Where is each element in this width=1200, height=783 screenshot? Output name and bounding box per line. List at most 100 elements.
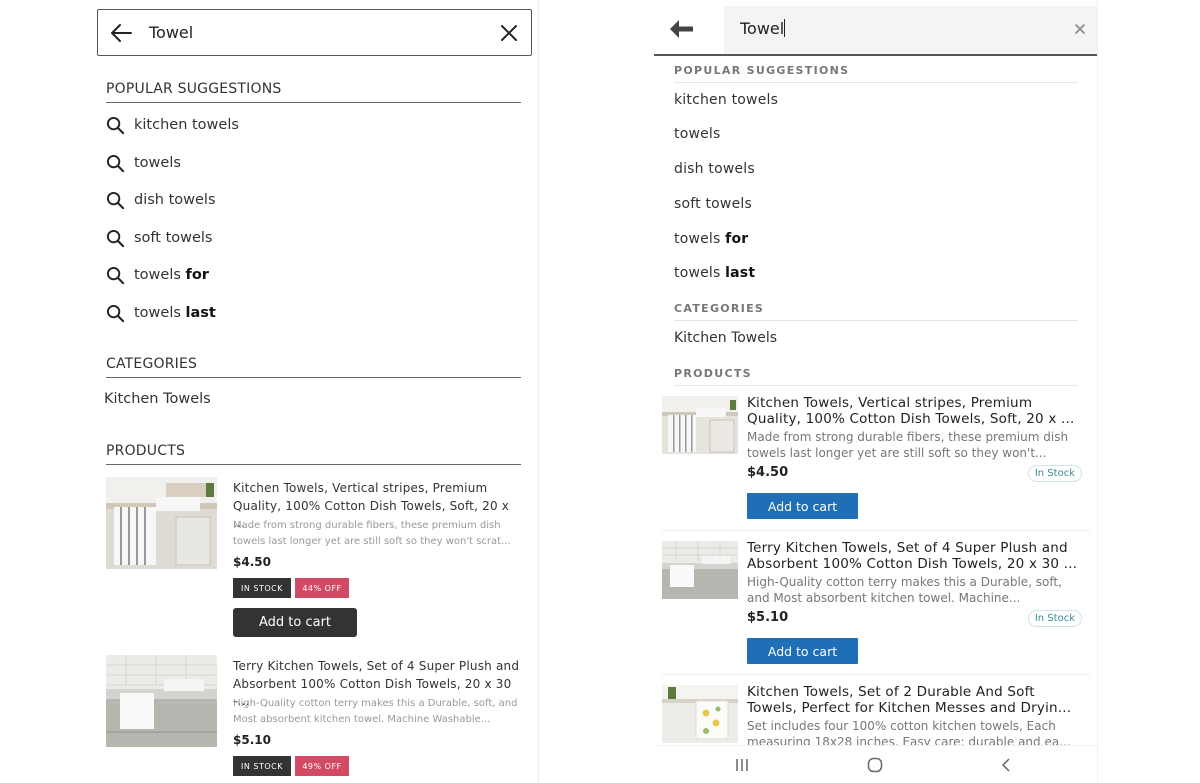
product-title-line: Kitchen Towels, Set of 2 Durable And Sof…: [747, 685, 1035, 700]
popular-suggestions-heading: POPULAR SUGGESTIONS: [674, 64, 1078, 83]
suggestion-text: kitchen towels: [134, 117, 239, 133]
panel-divider: [538, 0, 654, 783]
suggestion-item[interactable]: dish towels: [674, 161, 755, 177]
product-card[interactable]: Kitchen Towels, Set of 2 Durable And Sof…: [662, 674, 1090, 745]
suggestion-item[interactable]: kitchen towels: [106, 112, 239, 138]
search-icon: [106, 229, 125, 247]
back-arrow-icon[interactable]: [668, 18, 694, 40]
add-to-cart-button[interactable]: Add to cart: [233, 608, 357, 637]
products-heading: PRODUCTS: [106, 443, 521, 465]
product-description-line: Set includes four 100% cotton kitchen to…: [747, 719, 1056, 733]
add-to-cart-button[interactable]: Add to cart: [747, 638, 858, 664]
product-card[interactable]: Kitchen Towels, Vertical stripes, Premiu…: [106, 477, 526, 637]
product-description-line: High-Quality cotton terry makes this a D…: [747, 575, 1062, 589]
suggestion-bold: for: [185, 267, 209, 283]
search-bar[interactable]: Towel: [97, 9, 532, 56]
product-price: $5.10: [747, 610, 789, 625]
product-image[interactable]: [662, 396, 738, 454]
product-title[interactable]: Terry Kitchen Towels, Set of 4 Super Plu…: [747, 541, 1082, 572]
product-price: $4.50: [233, 555, 271, 569]
close-icon[interactable]: [499, 23, 519, 43]
popular-suggestions-heading: POPULAR SUGGESTIONS: [106, 81, 521, 103]
add-to-cart-button[interactable]: Add to cart: [747, 493, 858, 519]
search-icon: [106, 191, 125, 209]
suggestion-text: kitchen towels: [674, 92, 779, 108]
suggestion-item[interactable]: towels for: [674, 231, 748, 247]
product-title-line: Kitchen Towels, Vertical stripes, Premiu…: [747, 396, 1033, 411]
product-price: $5.10: [233, 733, 271, 747]
suggestion-bold: last: [185, 305, 216, 321]
discount-badge: 44% OFF: [295, 578, 349, 598]
product-image[interactable]: [662, 541, 738, 599]
suggestion-text: dish towels: [674, 161, 755, 177]
search-icon: [106, 116, 125, 134]
stock-badge: IN STOCK: [233, 756, 291, 776]
product-description-line: towels last longer yet are still soft so…: [747, 445, 1047, 460]
background: [1098, 0, 1200, 783]
search-icon: [106, 304, 125, 322]
category-item[interactable]: Kitchen Towels: [104, 391, 211, 407]
categories-heading: CATEGORIES: [674, 302, 1078, 321]
categories-heading: CATEGORIES: [106, 356, 521, 378]
suggestion-item[interactable]: soft towels: [674, 196, 752, 212]
home-icon[interactable]: [867, 757, 883, 773]
product-title[interactable]: Kitchen Towels, Vertical stripes, Premiu…: [747, 396, 1082, 427]
suggestion-item[interactable]: towels last: [106, 300, 216, 326]
search-field[interactable]: Towel: [724, 6, 1097, 54]
product-card[interactable]: Kitchen Towels, Vertical stripes, Premiu…: [662, 396, 1090, 526]
suggestion-text: towels: [674, 231, 726, 247]
search-input[interactable]: Towel: [740, 19, 786, 38]
suggestion-bold: last: [725, 265, 756, 281]
suggestion-item[interactable]: towels: [674, 126, 721, 142]
category-item[interactable]: Kitchen Towels: [674, 330, 777, 346]
stock-badge: IN STOCK: [233, 578, 291, 598]
suggestion-item[interactable]: towels last: [674, 265, 755, 281]
right-screen: Towel POPULAR SUGGESTIONS kitchen towels…: [654, 0, 1098, 783]
product-image[interactable]: [106, 655, 217, 747]
product-title-line: Terry Kitchen Towels, Set of 4 Super Plu…: [747, 541, 1068, 556]
suggestion-text: soft towels: [134, 230, 213, 246]
product-description: High-Quality cotton terry makes this a D…: [233, 698, 518, 725]
product-description: Made from strong durable fibers, these p…: [747, 430, 1082, 461]
suggestion-bold: for: [725, 231, 749, 247]
clear-icon[interactable]: [1074, 23, 1086, 35]
suggestion-item[interactable]: dish towels: [106, 187, 216, 213]
suggestion-text: towels: [134, 305, 186, 321]
back-arrow-icon[interactable]: [110, 23, 132, 43]
suggestion-text: soft towels: [674, 196, 752, 212]
product-description: Made from strong durable fibers, these p…: [233, 520, 511, 547]
product-description: Set includes four 100% cotton kitchen to…: [747, 719, 1082, 745]
search-input[interactable]: Towel: [149, 23, 193, 42]
discount-badge: 49% OFF: [295, 756, 349, 776]
stock-badge: In Stock: [1027, 465, 1082, 482]
product-image[interactable]: [662, 685, 738, 743]
product-description-line: measuring 18x28 inches. Easy care: durab…: [747, 734, 1071, 746]
product-title-line: Towels, Perfect for Kitchen Messes and D…: [747, 699, 1072, 716]
text-caret: [784, 19, 786, 37]
suggestion-text: towels: [134, 155, 181, 171]
suggestion-item[interactable]: towels: [106, 150, 181, 176]
product-image[interactable]: [106, 477, 217, 569]
suggestion-text: dish towels: [134, 192, 216, 208]
back-icon[interactable]: [998, 757, 1014, 773]
search-header: Towel: [654, 6, 1097, 56]
product-card[interactable]: Terry Kitchen Towels, Set of 4 Super Plu…: [106, 655, 526, 783]
search-query-text: Towel: [740, 19, 785, 38]
suggestion-text: towels: [134, 267, 186, 283]
search-icon: [106, 266, 125, 284]
suggestion-item[interactable]: towels for: [106, 262, 209, 288]
product-description: High-Quality cotton terry makes this a D…: [747, 575, 1082, 606]
product-title[interactable]: Kitchen Towels, Set of 2 Durable And Sof…: [747, 685, 1082, 716]
back-button[interactable]: [654, 6, 724, 54]
system-navigation-bar: [654, 745, 1097, 783]
products-heading: PRODUCTS: [674, 367, 1078, 386]
stock-badge: In Stock: [1027, 610, 1082, 627]
suggestion-item[interactable]: kitchen towels: [674, 92, 778, 108]
product-title-line: Quality, 100% Cotton Dish Towels, Soft, …: [747, 410, 1075, 427]
product-description-line: and Most absorbent kitchen towel. Machin…: [747, 590, 1021, 605]
recent-apps-icon[interactable]: [734, 757, 750, 773]
left-screen: Towel POPULAR SUGGESTIONS kitchen towels…: [0, 0, 538, 783]
product-card[interactable]: Terry Kitchen Towels, Set of 4 Super Plu…: [662, 530, 1090, 670]
suggestion-item[interactable]: soft towels: [106, 225, 213, 251]
suggestion-text: towels: [674, 265, 726, 281]
